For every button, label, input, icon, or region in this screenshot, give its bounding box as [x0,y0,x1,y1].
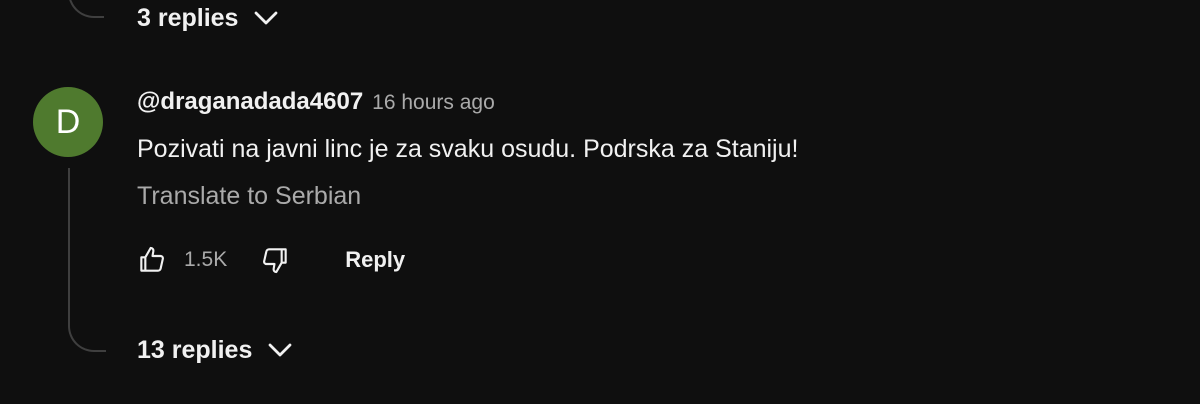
thumbs-up-icon [140,246,164,272]
thumbs-down-icon [263,248,287,274]
previous-replies-label: 3 replies [137,3,239,32]
like-count: 1.5K [184,248,228,271]
chevron-down-icon [264,334,296,366]
previous-replies-toggle[interactable]: 3 replies [137,0,282,38]
dislike-button[interactable] [257,242,293,278]
comment-header: @draganadada4607 16 hours ago [137,88,495,116]
chevron-down-icon [250,2,282,34]
avatar[interactable]: D [33,87,103,157]
replies-toggle[interactable]: 13 replies [137,330,296,370]
reply-button[interactable]: Reply [345,247,405,273]
comment-text: Pozivati na javni linc je za svaku osudu… [137,135,799,163]
thread-connector [68,316,106,352]
author-name[interactable]: @draganadada4607 [137,88,363,116]
comment-actions: 1.5K Reply [134,238,405,282]
comment-timestamp[interactable]: 16 hours ago [372,91,495,115]
avatar-letter: D [55,102,81,141]
previous-thread-connector [68,0,104,18]
like-button[interactable] [134,242,170,278]
thread-line [68,168,70,318]
replies-label: 13 replies [137,335,253,364]
translate-button[interactable]: Translate to Serbian [137,182,361,211]
